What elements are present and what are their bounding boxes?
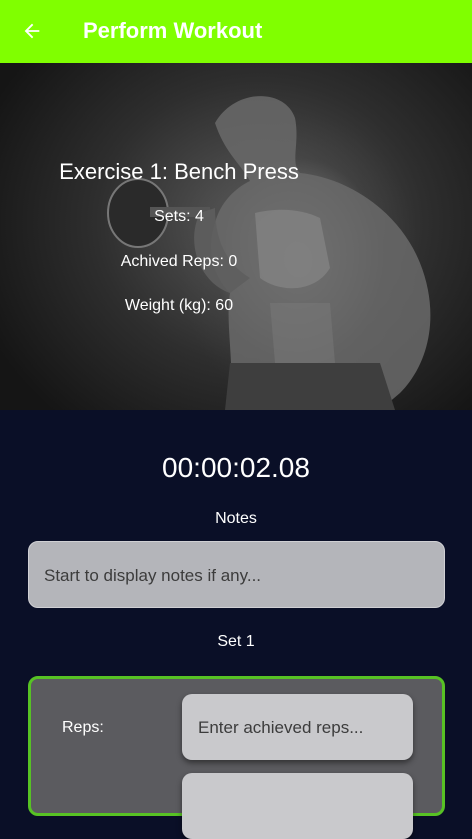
set-label: Set 1: [217, 633, 255, 650]
notes-field[interactable]: [28, 541, 445, 609]
achieved-reps: Achived Reps: 0: [120, 253, 238, 270]
exercise-hero-image: Exercise 1: Bench Press Sets: 4 Achived …: [0, 63, 472, 410]
weight-kg: Weight (kg): 60: [124, 297, 234, 314]
notes-input[interactable]: [42, 542, 436, 609]
reps-field[interactable]: [182, 694, 413, 762]
arrow-left-icon: [24, 23, 40, 39]
set-card: Reps:: [28, 676, 445, 839]
exercise-title: Exercise 1: Bench Press: [59, 159, 299, 184]
reps-label: Reps:: [62, 719, 104, 736]
secondary-field[interactable]: [182, 773, 413, 839]
notes-label: Notes: [215, 510, 257, 527]
reps-input[interactable]: [196, 694, 405, 762]
back-button[interactable]: [18, 17, 46, 45]
sets-count: Sets: 4: [154, 208, 204, 225]
page-title: Perform Workout: [83, 18, 263, 43]
workout-timer: 00:00:02.08: [162, 452, 310, 483]
athlete-image: [107, 96, 431, 410]
app-bar: Perform Workout: [0, 0, 472, 63]
